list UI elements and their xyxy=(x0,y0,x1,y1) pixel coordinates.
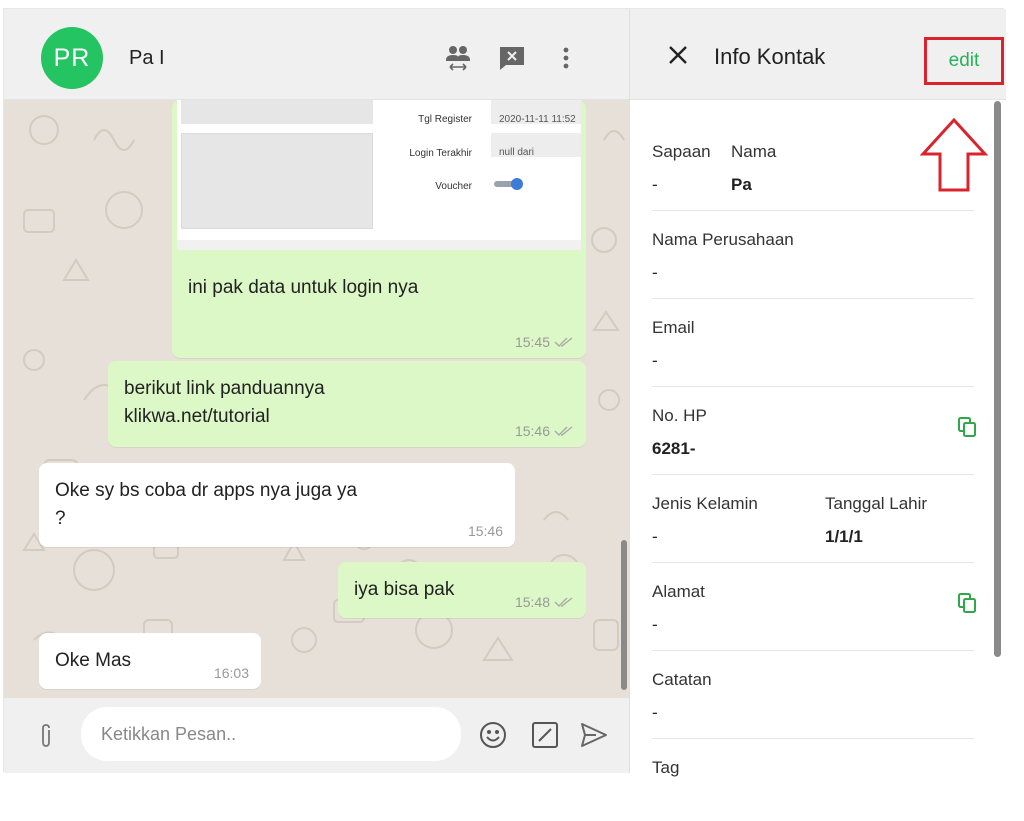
message-text-line: ? xyxy=(55,508,66,529)
message-bubble-incoming[interactable]: Oke Mas 16:03 xyxy=(39,633,261,689)
message-timestamp: 15:46 xyxy=(467,523,503,539)
message-list[interactable]: Tgl Register 2020-11-11 11:52 Login Tera… xyxy=(4,100,629,698)
info-title: Info Kontak xyxy=(714,44,826,69)
screenshot-label-login-terakhir: Login Terakhir xyxy=(409,148,472,159)
field-catatan: Catatan - xyxy=(652,651,974,739)
copy-icon[interactable] xyxy=(958,417,976,437)
field-label: Email xyxy=(652,318,695,337)
field-label: No. HP xyxy=(652,406,707,425)
message-bubble-image[interactable]: Tgl Register 2020-11-11 11:52 Login Tera… xyxy=(172,100,586,358)
field-label: Tanggal Lahir xyxy=(825,494,928,513)
screenshot-form-field xyxy=(181,100,373,124)
field-label: Tag xyxy=(652,758,680,777)
double-check-icon xyxy=(554,337,573,347)
message-time: 15:48 xyxy=(515,594,574,610)
field-value: - xyxy=(652,351,658,370)
avatar[interactable]: PR xyxy=(41,27,103,89)
message-timestamp: 15:46 xyxy=(514,423,550,439)
message-time: 15:46 xyxy=(468,523,503,539)
close-icon[interactable] xyxy=(666,43,690,67)
screenshot-footer xyxy=(177,240,581,250)
field-label: Alamat xyxy=(652,582,705,601)
field-value: - xyxy=(652,615,658,634)
more-vert-icon[interactable] xyxy=(553,45,579,71)
message-text-line: berikut link panduannya xyxy=(124,378,325,399)
message-timestamp: 16:03 xyxy=(213,665,249,681)
edit-button[interactable]: edit xyxy=(924,37,1004,85)
message-time: 15:45 xyxy=(515,334,574,350)
screenshot-value-tgl-register: 2020-11-11 11:52 xyxy=(491,100,581,124)
field-label: Jenis Kelamin xyxy=(652,494,758,513)
message-bubble-outgoing[interactable]: berikut link panduannya klikwa.net/tutor… xyxy=(108,361,586,447)
message-timestamp: 15:45 xyxy=(514,334,550,350)
message-composer: Ketikkan Pesan.. xyxy=(4,698,629,773)
field-value: Pa xyxy=(731,175,752,194)
field-nama-perusahaan: Nama Perusahaan - xyxy=(652,211,974,299)
field-value: - xyxy=(652,175,658,194)
field-no-hp: No. HP 6281- xyxy=(652,387,976,475)
screenshot-textarea xyxy=(181,133,373,229)
message-timestamp: 15:48 xyxy=(514,594,550,610)
double-check-icon xyxy=(554,597,573,607)
quick-reply-icon[interactable] xyxy=(530,720,560,750)
screenshot-label-voucher: Voucher xyxy=(435,181,472,192)
field-value: 1/1/1 xyxy=(825,527,863,546)
paperclip-icon[interactable] xyxy=(35,722,57,750)
app-window: PR Pa I Tgl Register 2020-11-11 11:52 Lo… xyxy=(3,8,1006,777)
message-text-line: Oke sy bs coba dr apps nya juga ya xyxy=(55,480,358,501)
message-input[interactable]: Ketikkan Pesan.. xyxy=(81,707,461,761)
field-label: Nama xyxy=(731,142,777,161)
field-email: Email - xyxy=(652,299,974,387)
group-transfer-icon[interactable] xyxy=(445,45,471,71)
message-text: ini pak data untuk login nya xyxy=(188,277,419,298)
info-header: Info Kontak edit xyxy=(630,9,1006,100)
field-sapaan-nama: Sapaan - Nama Pa xyxy=(652,101,974,211)
shared-screenshot-image[interactable]: Tgl Register 2020-11-11 11:52 Login Tera… xyxy=(177,100,581,250)
copy-icon[interactable] xyxy=(958,593,976,613)
field-label: Sapaan xyxy=(652,142,711,161)
field-tag: Tag xyxy=(652,739,974,777)
chat-scrollbar[interactable] xyxy=(621,540,627,690)
field-label: Nama Perusahaan xyxy=(652,230,794,249)
screenshot-value-login-terakhir: null dari xyxy=(491,133,581,157)
field-jenis-kelamin-tanggal-lahir: Jenis Kelamin - Tanggal Lahir 1/1/1 xyxy=(652,475,974,563)
field-label: Catatan xyxy=(652,670,712,689)
emoji-icon[interactable] xyxy=(478,720,508,750)
field-alamat: Alamat - xyxy=(652,563,976,651)
chat-panel: PR Pa I Tgl Register 2020-11-11 11:52 Lo… xyxy=(4,9,629,773)
message-bubble-outgoing[interactable]: iya bisa pak 15:48 xyxy=(338,562,586,618)
toggle-switch-icon xyxy=(494,178,523,190)
send-icon[interactable] xyxy=(579,721,609,749)
contact-info-panel: Info Kontak edit Sapaan - Nama Pa Nama P… xyxy=(629,9,1006,777)
message-bubble-incoming[interactable]: Oke sy bs coba dr apps nya juga ya ? 15:… xyxy=(39,463,515,547)
double-check-icon xyxy=(554,426,573,436)
chat-close-icon[interactable] xyxy=(499,45,525,71)
info-scrollbar[interactable] xyxy=(994,101,1001,657)
field-value: - xyxy=(652,263,658,282)
field-value: - xyxy=(652,527,658,546)
field-value: 6281- xyxy=(652,439,696,458)
message-time: 15:46 xyxy=(515,423,574,439)
message-link-text[interactable]: klikwa.net/tutorial xyxy=(124,403,570,431)
message-time: 16:03 xyxy=(214,665,249,681)
field-value: - xyxy=(652,703,658,722)
chat-header: PR Pa I xyxy=(4,9,629,100)
contact-name[interactable]: Pa I xyxy=(129,47,165,70)
screenshot-label-tgl-register: Tgl Register xyxy=(418,114,472,125)
